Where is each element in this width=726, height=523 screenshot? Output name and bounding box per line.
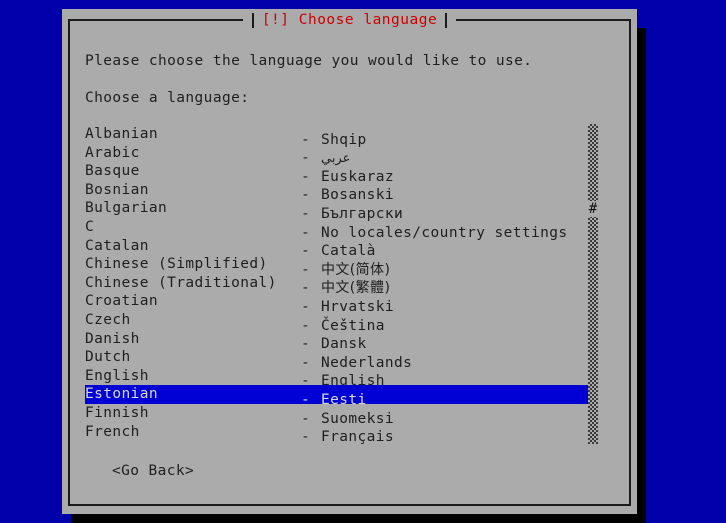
prompt-instruction: Please choose the language you would lik…	[85, 53, 533, 69]
language-row[interactable]: English - English	[85, 367, 592, 390]
language-native-name: Français	[321, 429, 395, 446]
language-list[interactable]: Albanian - Shqip Arabic - عربي Basque - Euskaraz…	[85, 125, 592, 445]
language-row[interactable]: Albanian - Shqip	[85, 125, 592, 148]
language-row[interactable]: Chinese (Simplified) - 中文(简体)	[85, 255, 592, 278]
language-row[interactable]: Dutch - Nederlands	[85, 348, 592, 371]
language-row[interactable]: Danish - Dansk	[85, 330, 592, 353]
language-row[interactable]: Finnish - Suomeksi	[85, 404, 592, 427]
list-scrollbar-thumb[interactable]: #	[588, 201, 598, 217]
language-row[interactable]: Chinese (Traditional) - 中文(繁體)	[85, 274, 592, 297]
language-name: Bosnian	[85, 181, 149, 198]
language-row[interactable]: Croatian - Hrvatski	[85, 292, 592, 315]
prompt-label: Choose a language:	[85, 90, 250, 106]
language-name: Chinese (Traditional)	[85, 274, 277, 291]
language-name: Catalan	[85, 237, 149, 254]
language-name: Dutch	[85, 349, 131, 366]
language-row[interactable]: Arabic - عربي	[85, 144, 592, 167]
language-name: French	[85, 423, 140, 440]
language-row[interactable]: French - Français	[85, 423, 592, 446]
language-name: Bulgarian	[85, 200, 168, 217]
language-row[interactable]: Basque - Euskaraz	[85, 162, 592, 185]
language-name: Estonian	[85, 386, 159, 403]
language-name: Finnish	[85, 404, 149, 421]
language-name: Albanian	[85, 126, 159, 142]
language-row[interactable]: Bosnian - Bosanski	[85, 181, 592, 204]
language-row[interactable]: Bulgarian - Български	[85, 199, 592, 222]
language-name: Danish	[85, 330, 140, 347]
language-name: Basque	[85, 163, 140, 180]
dialog-shadow-right	[637, 28, 646, 523]
list-scrollbar-track[interactable]	[588, 124, 598, 444]
go-back-button[interactable]: <Go Back>	[112, 463, 194, 479]
dialog-shadow-bottom	[71, 514, 646, 523]
language-name: Chinese (Simplified)	[85, 256, 268, 273]
language-name: English	[85, 367, 149, 384]
installer-screen: [!] Choose language Please choose the la…	[0, 0, 726, 523]
language-row[interactable]: Estonian - Eesti	[85, 385, 592, 408]
language-name: Croatian	[85, 293, 159, 310]
language-separator: -	[301, 429, 311, 446]
language-row[interactable]: C - No locales/country settings	[85, 218, 592, 241]
language-name: C	[85, 218, 95, 235]
language-name: Arabic	[85, 144, 140, 161]
language-name: Czech	[85, 311, 131, 328]
language-row[interactable]: Czech - Čeština	[85, 311, 592, 334]
language-row[interactable]: Catalan - Català	[85, 237, 592, 260]
